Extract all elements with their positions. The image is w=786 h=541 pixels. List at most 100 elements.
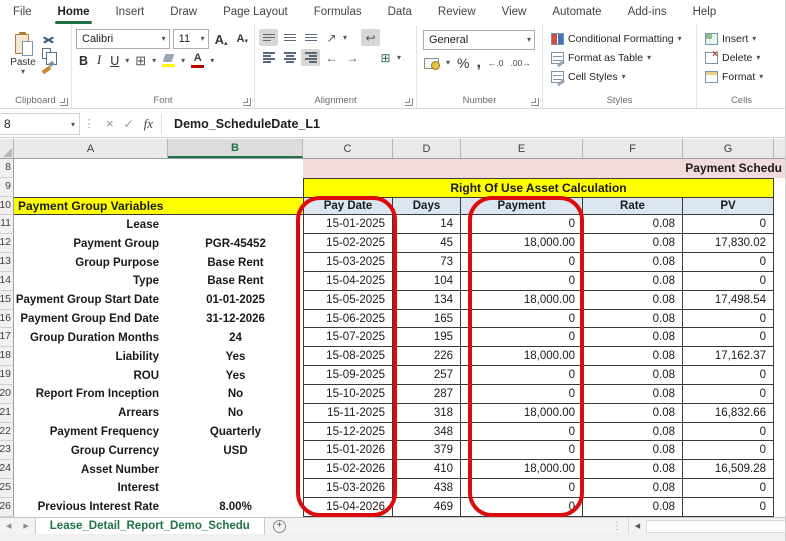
table-cell[interactable]: 410 [393, 460, 461, 480]
bold-button[interactable]: B [76, 54, 91, 68]
percent-style-button[interactable]: % [457, 55, 469, 71]
row-header-14[interactable]: 14 [0, 271, 14, 291]
variable-value[interactable]: USD [168, 441, 303, 460]
row-header-16[interactable]: 16 [0, 309, 14, 329]
row-header-21[interactable]: 21 [0, 403, 14, 423]
cut-icon[interactable] [42, 34, 55, 45]
table-cell[interactable]: 0.08 [583, 271, 683, 291]
variable-value[interactable]: Yes [168, 347, 303, 366]
table-cell[interactable]: 0.08 [583, 497, 683, 517]
variable-label[interactable]: Liability [14, 347, 168, 366]
ribbon-tab-automate[interactable]: Automate [539, 1, 614, 24]
table-cell[interactable]: 0.08 [583, 309, 683, 329]
table-cell[interactable]: 438 [393, 479, 461, 498]
table-cell[interactable]: 0.08 [583, 441, 683, 461]
table-cell[interactable]: 0 [683, 215, 774, 235]
ribbon-tab-review[interactable]: Review [425, 1, 489, 24]
column-header-F[interactable]: F [583, 139, 683, 158]
variable-label[interactable]: Interest [14, 479, 168, 498]
row-header-12[interactable]: 12 [0, 234, 14, 254]
font-dialog-launcher-icon[interactable] [243, 98, 251, 106]
payment-schedule-banner[interactable]: Payment Schedu [303, 159, 785, 178]
align-right-button[interactable] [301, 49, 320, 66]
formula-input[interactable]: Demo_ScheduleDate_L1 [162, 117, 785, 131]
name-box[interactable]: 8 ▾ [0, 112, 80, 135]
table-cell[interactable]: 17,162.37 [683, 347, 774, 367]
variable-label[interactable]: Asset Number [14, 460, 168, 479]
table-cell[interactable]: 0 [683, 328, 774, 348]
ribbon-tab-view[interactable]: View [489, 1, 540, 24]
row-header-17[interactable]: 17 [0, 328, 14, 348]
format-cells-button[interactable]: Format ▾ [705, 67, 783, 86]
column-header-B[interactable]: B [168, 139, 303, 158]
align-bottom-button[interactable] [301, 29, 320, 46]
table-cell[interactable]: 318 [393, 403, 461, 423]
table-cell[interactable]: 0 [683, 479, 774, 498]
column-header-D[interactable]: D [393, 139, 461, 158]
paste-dropdown-icon[interactable]: ▾ [21, 68, 25, 76]
font-color-button[interactable]: A [188, 53, 207, 68]
table-cell[interactable]: 0.08 [583, 290, 683, 310]
variable-label[interactable]: Lease [14, 215, 168, 234]
wrap-text-button[interactable]: ↩ [361, 29, 381, 46]
font-color-dropdown-icon[interactable]: ▾ [210, 56, 214, 65]
cell-a9[interactable] [14, 178, 168, 197]
table-cell[interactable]: 0.08 [583, 479, 683, 498]
new-sheet-button[interactable]: + [272, 519, 286, 533]
ribbon-tab-add-ins[interactable]: Add-ins [615, 1, 680, 24]
variable-label[interactable]: Payment Group End Date [14, 310, 168, 329]
comma-style-button[interactable]: , [476, 55, 480, 70]
table-cell[interactable]: 0.08 [583, 234, 683, 254]
variable-value[interactable]: Base Rent [168, 253, 303, 272]
table-cell[interactable]: 0.08 [583, 253, 683, 272]
row-header-10[interactable]: 10 [0, 196, 14, 216]
table-cell[interactable]: 469 [393, 497, 461, 517]
decrease-indent-button[interactable]: ← [322, 49, 341, 66]
row-header-24[interactable]: 24 [0, 460, 14, 480]
variable-value[interactable]: Base Rent [168, 272, 303, 291]
row-header-20[interactable]: 20 [0, 384, 14, 404]
table-header-rate[interactable]: Rate [583, 196, 683, 216]
increase-indent-button[interactable]: → [343, 49, 362, 66]
table-cell[interactable]: 45 [393, 234, 461, 254]
variable-label[interactable]: Payment Group Start Date [14, 291, 168, 310]
shrink-font-button[interactable]: A ▾ [234, 33, 251, 45]
merge-center-button[interactable]: ⊞ [376, 49, 395, 66]
sheet-nav-left-icon[interactable]: ◀ [0, 522, 17, 530]
variable-label[interactable]: Previous Interest Rate [14, 498, 168, 517]
table-cell[interactable]: 0 [683, 309, 774, 329]
table-header-days[interactable]: Days [393, 196, 461, 216]
table-cell[interactable]: 0.08 [583, 384, 683, 404]
column-header-C[interactable]: C [303, 139, 393, 158]
table-cell[interactable]: 257 [393, 366, 461, 385]
row-header-25[interactable]: 25 [0, 479, 14, 498]
number-format-select[interactable]: General ▾ [423, 30, 535, 50]
table-cell[interactable]: 0.08 [583, 366, 683, 385]
table-cell[interactable]: 0 [683, 422, 774, 442]
table-cell[interactable]: 17,498.54 [683, 290, 774, 310]
variables-title-cell[interactable]: Payment Group Variables [14, 196, 303, 216]
variable-value[interactable]: PGR-45452 [168, 234, 303, 253]
variable-value[interactable]: Yes [168, 366, 303, 385]
delete-cells-button[interactable]: Delete ▾ [705, 48, 783, 67]
column-header-G[interactable]: G [683, 139, 774, 158]
underline-button[interactable]: U [107, 54, 122, 68]
variable-value[interactable]: 31-12-2026 [168, 310, 303, 329]
table-cell[interactable]: 226 [393, 347, 461, 367]
table-cell[interactable]: 348 [393, 422, 461, 442]
variable-value[interactable]: 24 [168, 328, 303, 347]
ribbon-tab-data[interactable]: Data [375, 1, 425, 24]
variable-value[interactable]: No [168, 385, 303, 404]
grow-font-button[interactable]: A ▴ [212, 32, 231, 47]
align-middle-button[interactable] [280, 29, 299, 46]
table-cell[interactable]: 14 [393, 215, 461, 235]
table-cell[interactable]: 0 [683, 271, 774, 291]
orientation-button[interactable]: ↗ [322, 29, 341, 46]
cell-b8[interactable] [168, 159, 303, 178]
sheet-nav-right-icon[interactable]: ▶ [17, 522, 34, 530]
variable-label[interactable]: Payment Group [14, 234, 168, 253]
table-cell[interactable]: 0.08 [583, 403, 683, 423]
row-header-8[interactable]: 8 [0, 159, 14, 178]
accounting-dropdown-icon[interactable]: ▾ [446, 59, 450, 67]
italic-button[interactable]: I [94, 53, 104, 68]
